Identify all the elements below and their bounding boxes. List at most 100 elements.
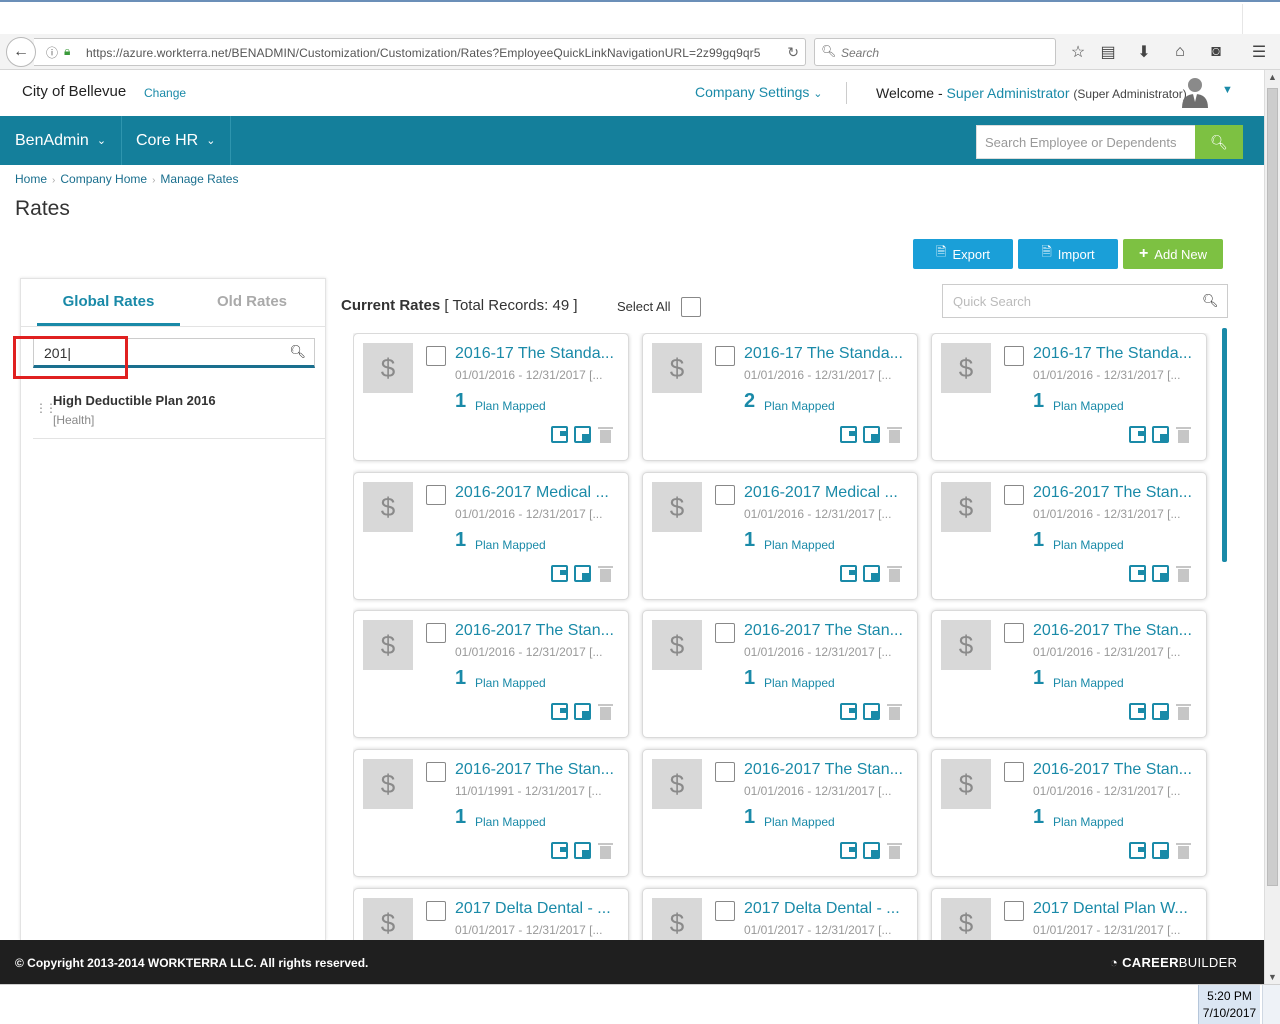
- plan-mapped-count[interactable]: 1: [1033, 667, 1044, 690]
- cards-scrollbar-thumb[interactable]: [1222, 328, 1227, 562]
- rate-card[interactable]: $2017 Delta Dental - ... 01/01/2017 - 12/…: [642, 888, 918, 940]
- rate-card[interactable]: $2016-17 The Standa... 01/01/2016 - 12/31…: [931, 333, 1207, 461]
- edit-icon[interactable]: [840, 703, 857, 720]
- rate-card-checkbox[interactable]: [426, 901, 446, 921]
- rate-card-title[interactable]: 2017 Delta Dental - ...: [744, 900, 910, 918]
- trash-icon[interactable]: [886, 842, 903, 859]
- breadcrumb-company-home[interactable]: Company Home: [60, 172, 147, 186]
- plan-mapped-label[interactable]: Plan Mapped: [764, 676, 835, 690]
- plan-mapped-count[interactable]: 1: [1033, 390, 1044, 413]
- copy-icon[interactable]: [863, 426, 880, 443]
- copy-icon[interactable]: [574, 426, 591, 443]
- edit-icon[interactable]: [1129, 703, 1146, 720]
- rate-card[interactable]: $2016-2017 Medical ... 01/01/2016 - 12/31…: [642, 472, 918, 600]
- copy-icon[interactable]: [1152, 703, 1169, 720]
- plan-mapped-count[interactable]: 1: [455, 667, 466, 690]
- copy-icon[interactable]: [863, 703, 880, 720]
- trash-icon[interactable]: [1175, 703, 1192, 720]
- rate-card-checkbox[interactable]: [715, 901, 735, 921]
- rate-card[interactable]: $2016-2017 The Stan... 01/01/2016 - 12/31…: [931, 610, 1207, 738]
- rate-card-title[interactable]: 2016-2017 Medical ...: [744, 484, 910, 502]
- rate-card-title[interactable]: 2016-2017 The Stan...: [455, 622, 621, 640]
- rate-card-checkbox[interactable]: [715, 485, 735, 505]
- menu-icon[interactable]: ☰: [1246, 38, 1272, 66]
- plan-mapped-count[interactable]: 1: [744, 529, 755, 552]
- trash-icon[interactable]: [597, 842, 614, 859]
- download-icon[interactable]: ⬇: [1131, 38, 1157, 66]
- edit-icon[interactable]: [551, 565, 568, 582]
- tab-old-rates[interactable]: Old Rates: [181, 293, 323, 310]
- rate-card-title[interactable]: 2017 Delta Dental - ...: [455, 900, 621, 918]
- edit-icon[interactable]: [1129, 426, 1146, 443]
- url-text[interactable]: https://azure.workterra.net/BENADMIN/Cus…: [86, 46, 761, 60]
- rate-card-title[interactable]: 2016-2017 Medical ...: [455, 484, 621, 502]
- employee-search-input[interactable]: [977, 126, 1196, 158]
- bookmark-star-icon[interactable]: ☆: [1065, 38, 1091, 66]
- trash-icon[interactable]: [1175, 426, 1192, 443]
- plan-mapped-label[interactable]: Plan Mapped: [1053, 538, 1124, 552]
- tab-global-rates[interactable]: Global Rates: [37, 293, 180, 310]
- plan-mapped-count[interactable]: 1: [1033, 806, 1044, 829]
- plan-mapped-label[interactable]: Plan Mapped: [475, 815, 546, 829]
- rate-card-title[interactable]: 2016-2017 The Stan...: [1033, 484, 1199, 502]
- rate-card-checkbox[interactable]: [426, 346, 446, 366]
- edit-icon[interactable]: [1129, 842, 1146, 859]
- trash-icon[interactable]: [1175, 842, 1192, 859]
- trash-icon[interactable]: [1175, 565, 1192, 582]
- plan-mapped-count[interactable]: 1: [455, 529, 466, 552]
- rate-card[interactable]: $2017 Dental Plan W... 01/01/2017 - 12/31…: [931, 888, 1207, 940]
- page-scrollbar[interactable]: ▲ ▼: [1264, 70, 1280, 984]
- rate-card-checkbox[interactable]: [1004, 762, 1024, 782]
- plan-mapped-label[interactable]: Plan Mapped: [764, 538, 835, 552]
- rate-card-checkbox[interactable]: [715, 623, 735, 643]
- scroll-up-icon[interactable]: ▲: [1268, 72, 1277, 82]
- copy-icon[interactable]: [574, 565, 591, 582]
- employee-search-button[interactable]: 🔍︎: [1195, 125, 1243, 159]
- taskbar-clock[interactable]: 5:20 PM 7/10/2017: [1198, 985, 1260, 1024]
- rate-card-checkbox[interactable]: [426, 623, 446, 643]
- rate-card-checkbox[interactable]: [1004, 485, 1024, 505]
- trash-icon[interactable]: [886, 703, 903, 720]
- edit-icon[interactable]: [840, 565, 857, 582]
- search-icon[interactable]: 🔍︎: [289, 344, 306, 360]
- scroll-down-icon[interactable]: ▼: [1268, 972, 1277, 982]
- rate-card[interactable]: $2016-2017 The Stan... 01/01/2016 - 12/31…: [353, 610, 629, 738]
- plan-mapped-count[interactable]: 2: [744, 390, 755, 413]
- rate-card[interactable]: $2016-2017 The Stan... 01/01/2016 - 12/31…: [931, 472, 1207, 600]
- url-bar[interactable]: ⓘ 🔒︎ https://azure.workterra.net/BENADMI…: [34, 38, 806, 66]
- rate-card-title[interactable]: 2016-2017 The Stan...: [744, 761, 910, 779]
- user-name-link[interactable]: Super Administrator: [947, 85, 1070, 101]
- plan-mapped-count[interactable]: 1: [1033, 529, 1044, 552]
- breadcrumb-home[interactable]: Home: [15, 172, 47, 186]
- plan-mapped-label[interactable]: Plan Mapped: [475, 399, 546, 413]
- rate-card[interactable]: $2016-2017 Medical ... 01/01/2016 - 12/31…: [353, 472, 629, 600]
- edit-icon[interactable]: [840, 842, 857, 859]
- copy-icon[interactable]: [1152, 426, 1169, 443]
- rate-card[interactable]: $2016-2017 The Stan... 01/01/2016 - 12/31…: [642, 610, 918, 738]
- company-settings-menu[interactable]: Company Settings ⌄: [695, 84, 823, 100]
- copy-icon[interactable]: [863, 842, 880, 859]
- home-icon[interactable]: ⌂: [1167, 38, 1193, 66]
- plan-mapped-count[interactable]: 1: [744, 667, 755, 690]
- plan-mapped-label[interactable]: Plan Mapped: [1053, 676, 1124, 690]
- info-icon[interactable]: ⓘ: [46, 44, 58, 61]
- plan-mapped-label[interactable]: Plan Mapped: [475, 538, 546, 552]
- copy-icon[interactable]: [574, 842, 591, 859]
- rate-card-title[interactable]: 2016-17 The Standa...: [744, 345, 910, 363]
- show-desktop-button[interactable]: [1262, 985, 1280, 1024]
- trash-icon[interactable]: [597, 565, 614, 582]
- rate-card-title[interactable]: 2016-2017 The Stan...: [1033, 622, 1199, 640]
- edit-icon[interactable]: [1129, 565, 1146, 582]
- trash-icon[interactable]: [597, 426, 614, 443]
- scrollbar-thumb[interactable]: [1267, 88, 1278, 886]
- rate-card-checkbox[interactable]: [426, 762, 446, 782]
- nav-core-hr[interactable]: Core HR ⌄: [121, 116, 232, 165]
- drag-handle-icon[interactable]: ⋮⋮: [35, 401, 57, 415]
- plan-mapped-label[interactable]: Plan Mapped: [475, 676, 546, 690]
- nav-benadmin[interactable]: BenAdmin ⌄: [0, 116, 123, 165]
- rate-card-checkbox[interactable]: [1004, 346, 1024, 366]
- import-button[interactable]: 🗎 Import: [1018, 239, 1118, 269]
- select-all-checkbox[interactable]: [681, 297, 701, 317]
- rate-card-checkbox[interactable]: [426, 485, 446, 505]
- reading-list-icon[interactable]: ▤: [1095, 38, 1121, 66]
